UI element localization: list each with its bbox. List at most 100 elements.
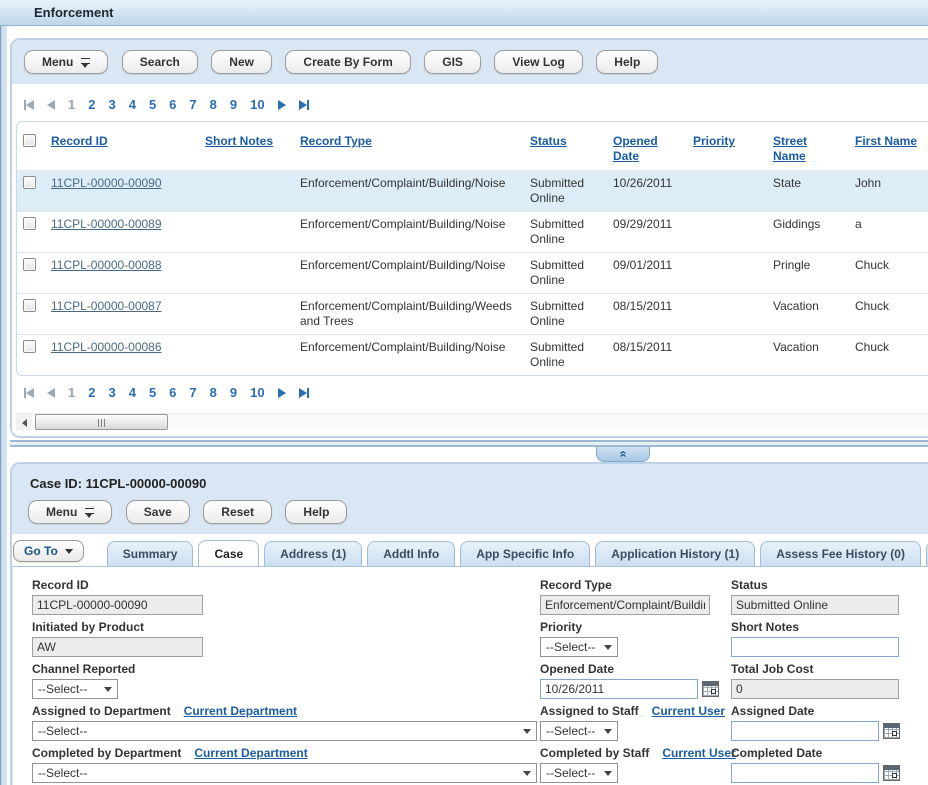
record-link[interactable]: 11CPL-00000-00087 <box>51 299 162 313</box>
record-link[interactable]: 11CPL-00000-00086 <box>51 340 162 354</box>
sort-first-name[interactable]: First Name <box>855 134 917 148</box>
initiated-by-product-field <box>32 637 203 657</box>
sort-short-notes[interactable]: Short Notes <box>205 134 273 148</box>
scroll-left-arrow-icon[interactable] <box>16 414 32 431</box>
cell-short-notes <box>199 212 294 253</box>
create-by-form-button[interactable]: Create By Form <box>285 50 410 74</box>
page-number[interactable]: 3 <box>108 385 115 400</box>
cell-status: Submitted Online <box>524 294 607 335</box>
table-row[interactable]: 11CPL-00000-00089 Enforcement/Complaint/… <box>17 212 928 253</box>
short-notes-field[interactable] <box>731 637 899 657</box>
record-link[interactable]: 11CPL-00000-00089 <box>51 217 162 231</box>
assigned-date-field[interactable] <box>731 721 879 741</box>
view-log-button[interactable]: View Log <box>494 50 582 74</box>
channel-reported-select[interactable]: --Select-- <box>32 679 118 699</box>
row-checkbox[interactable] <box>23 176 36 189</box>
prev-page-icon[interactable] <box>47 100 55 110</box>
page-number[interactable]: 4 <box>129 97 136 112</box>
completed-by-staff-select[interactable]: --Select-- <box>540 763 618 783</box>
opened-date-field[interactable] <box>540 679 698 699</box>
page-number[interactable]: 5 <box>149 385 156 400</box>
total-job-cost-field <box>731 679 899 699</box>
sort-opened-date[interactable]: Opened Date <box>613 134 658 163</box>
page-number[interactable]: 10 <box>250 97 264 112</box>
current-user-link[interactable]: Current User <box>652 704 725 718</box>
table-row[interactable]: 11CPL-00000-00087 Enforcement/Complaint/… <box>17 294 928 335</box>
records-table: Record ID Short Notes Record Type Status… <box>16 121 928 376</box>
panel-divider: » <box>10 440 928 462</box>
select-value: --Select-- <box>38 682 87 696</box>
tab-application-history[interactable]: Application History (1) <box>595 541 755 566</box>
search-button[interactable]: Search <box>122 50 198 74</box>
menu-button[interactable]: Menu <box>24 50 108 74</box>
completed-by-department-select[interactable]: --Select-- <box>32 763 537 783</box>
new-button[interactable]: New <box>211 50 272 74</box>
goto-button[interactable]: Go To <box>13 540 84 562</box>
row-checkbox[interactable] <box>23 340 36 353</box>
calendar-icon[interactable] <box>883 765 900 781</box>
priority-select[interactable]: --Select-- <box>540 637 618 657</box>
scrollbar-thumb[interactable] <box>35 414 168 430</box>
collapse-panel-button[interactable]: » <box>596 447 650 462</box>
current-user-link[interactable]: Current User <box>662 746 735 760</box>
page-number[interactable]: 9 <box>230 97 237 112</box>
table-row[interactable]: 11CPL-00000-00088 Enforcement/Complaint/… <box>17 253 928 294</box>
row-checkbox[interactable] <box>23 299 36 312</box>
first-page-icon[interactable] <box>24 100 34 110</box>
record-link[interactable]: 11CPL-00000-00088 <box>51 258 162 272</box>
completed-date-field[interactable] <box>731 763 879 783</box>
page-number[interactable]: 5 <box>149 97 156 112</box>
page-number[interactable]: 2 <box>88 385 95 400</box>
table-row[interactable]: 11CPL-00000-00086 Enforcement/Complaint/… <box>17 335 928 376</box>
reset-button[interactable]: Reset <box>203 500 272 524</box>
sort-street-name[interactable]: Street Name <box>773 134 807 163</box>
page-number[interactable]: 2 <box>88 97 95 112</box>
sort-record-type[interactable]: Record Type <box>300 134 372 148</box>
gis-button[interactable]: GIS <box>424 50 481 74</box>
page-number[interactable]: 8 <box>210 385 217 400</box>
first-page-icon[interactable] <box>24 388 34 398</box>
tab-assess-fee-history[interactable]: Assess Fee History (0) <box>760 541 921 566</box>
calendar-icon[interactable] <box>883 723 900 739</box>
assigned-to-department-select[interactable]: --Select-- <box>32 721 537 741</box>
current-department-link[interactable]: Current Department <box>184 704 297 718</box>
help-button[interactable]: Help <box>285 500 347 524</box>
page-number[interactable]: 9 <box>230 385 237 400</box>
tab-address[interactable]: Address (1) <box>264 541 362 566</box>
table-row[interactable]: 11CPL-00000-00090 Enforcement/Complaint/… <box>17 171 928 212</box>
next-page-icon[interactable] <box>278 100 286 110</box>
horizontal-scrollbar[interactable] <box>16 413 928 430</box>
page-number[interactable]: 4 <box>129 385 136 400</box>
assigned-date-label: Assigned Date <box>731 704 814 718</box>
current-department-link[interactable]: Current Department <box>194 746 307 760</box>
tab-app-specific-info[interactable]: App Specific Info <box>460 541 590 566</box>
page-number[interactable]: 7 <box>189 385 196 400</box>
sort-record-id[interactable]: Record ID <box>51 134 108 148</box>
select-all-checkbox[interactable] <box>23 134 36 147</box>
tab-addtl-info[interactable]: Addtl Info <box>367 541 455 566</box>
save-button[interactable]: Save <box>126 500 190 524</box>
last-page-icon[interactable] <box>299 388 309 398</box>
short-notes-label: Short Notes <box>731 620 799 634</box>
record-link[interactable]: 11CPL-00000-00090 <box>51 176 162 190</box>
tab-summary[interactable]: Summary <box>107 541 194 566</box>
next-page-icon[interactable] <box>278 388 286 398</box>
calendar-icon[interactable] <box>702 681 719 697</box>
page-number[interactable]: 8 <box>210 97 217 112</box>
assigned-to-staff-select[interactable]: --Select-- <box>540 721 618 741</box>
row-checkbox[interactable] <box>23 258 36 271</box>
page-number[interactable]: 6 <box>169 97 176 112</box>
page-number[interactable]: 10 <box>250 385 264 400</box>
prev-page-icon[interactable] <box>47 388 55 398</box>
sort-status[interactable]: Status <box>530 134 567 148</box>
last-page-icon[interactable] <box>299 100 309 110</box>
sort-priority[interactable]: Priority <box>693 134 735 148</box>
help-button[interactable]: Help <box>596 50 658 74</box>
tab-case[interactable]: Case <box>198 540 259 567</box>
cell-opened-date: 09/01/2011 <box>607 253 687 294</box>
page-number[interactable]: 3 <box>108 97 115 112</box>
row-checkbox[interactable] <box>23 217 36 230</box>
page-number[interactable]: 7 <box>189 97 196 112</box>
page-number[interactable]: 6 <box>169 385 176 400</box>
menu-button[interactable]: Menu <box>28 500 112 524</box>
